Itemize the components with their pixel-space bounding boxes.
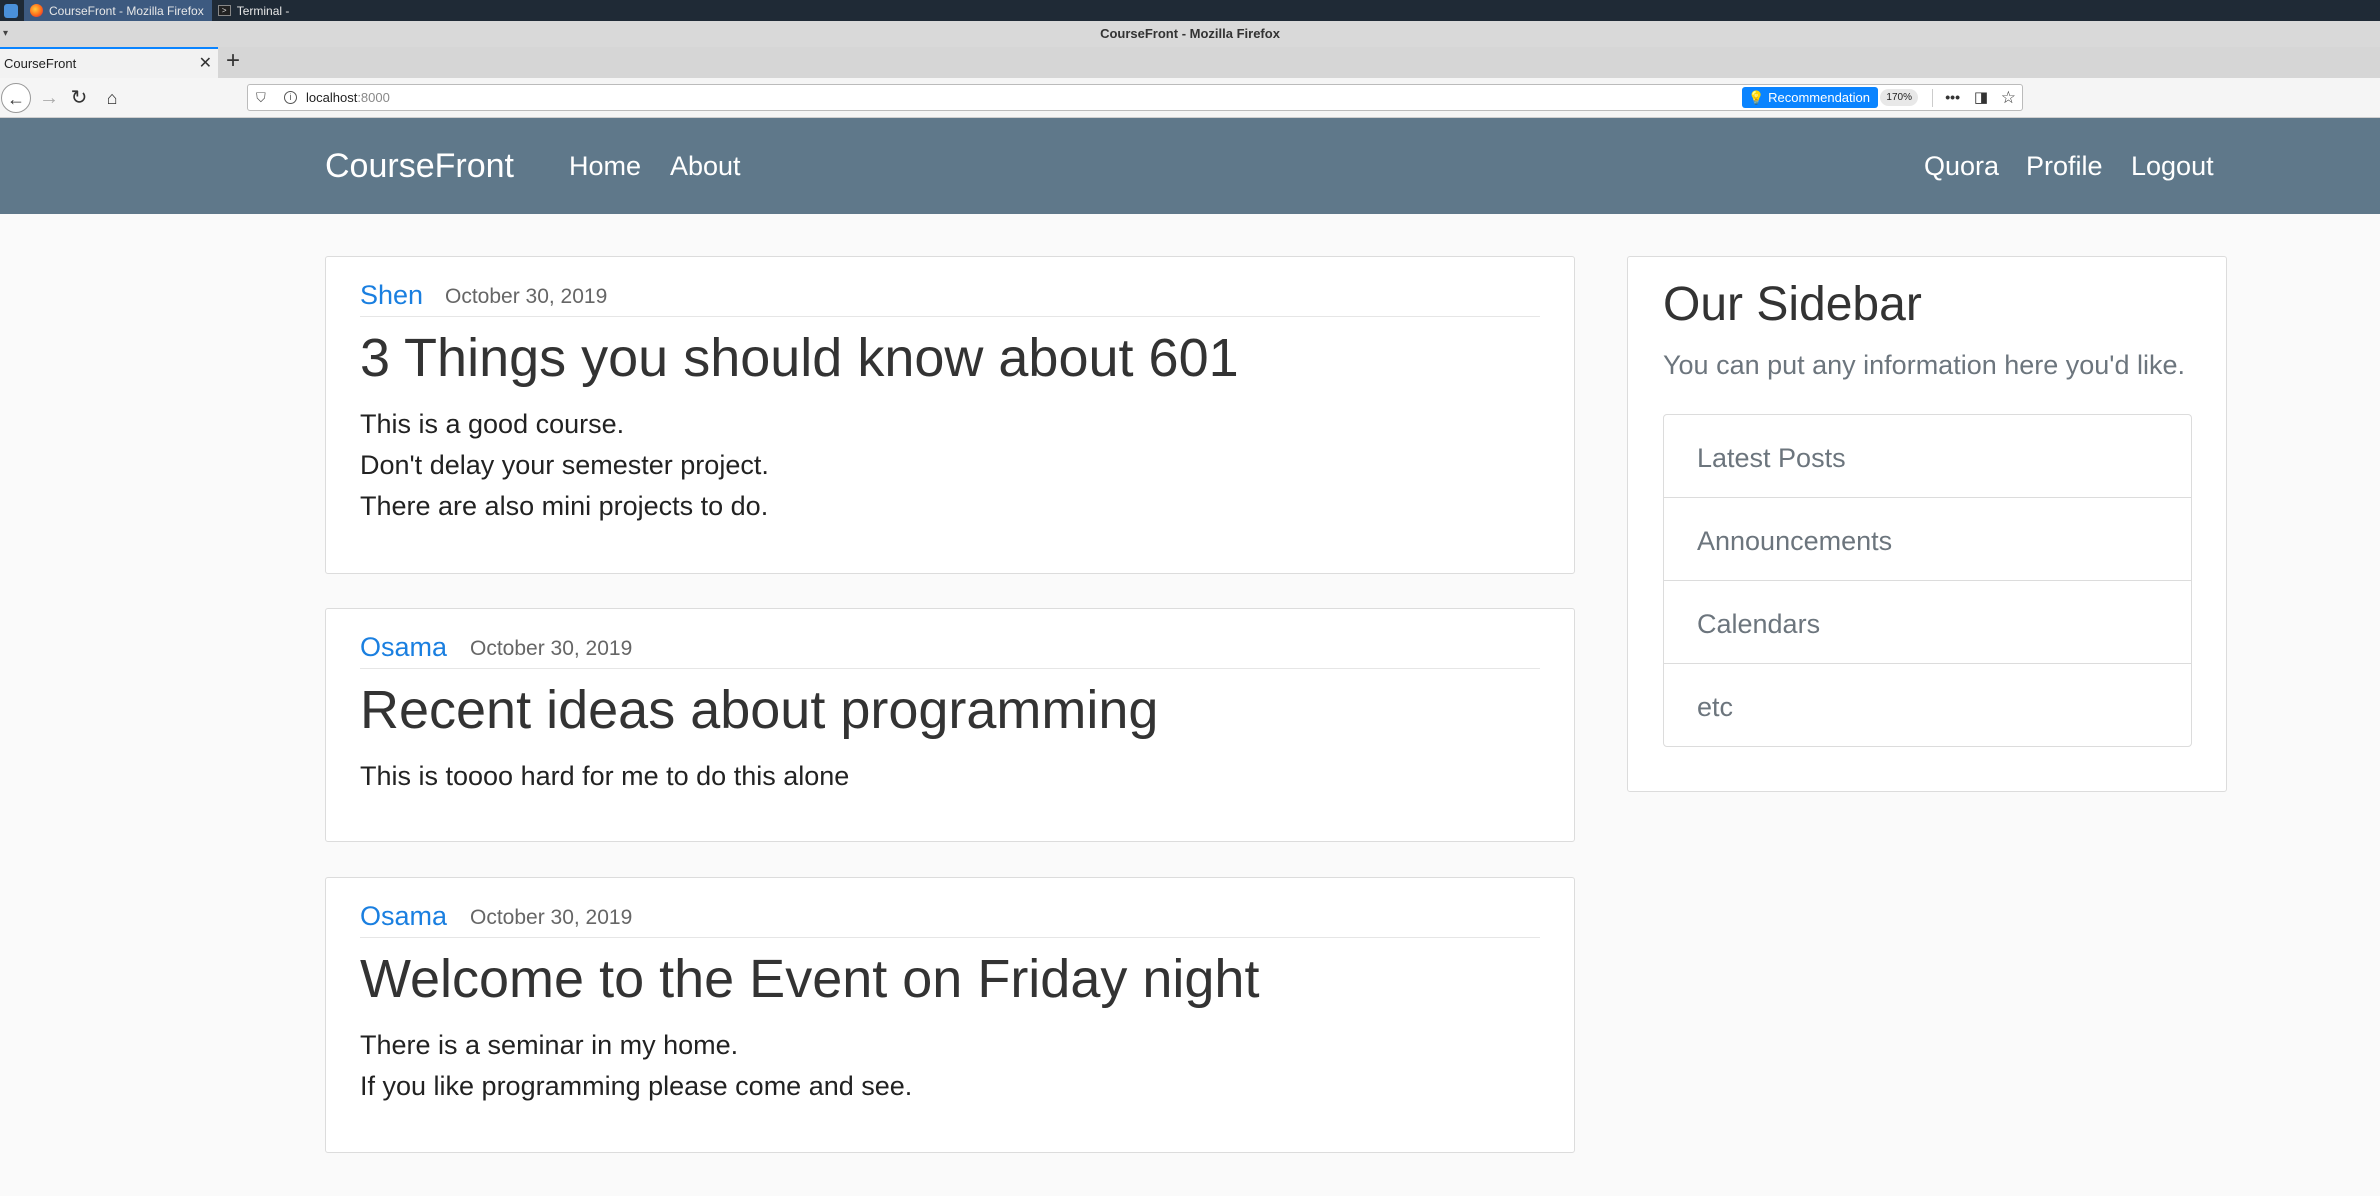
firefox-icon: [30, 4, 43, 17]
browser-toolbar: ← → ↻ ⌂ ⛉ i localhost:8000 💡 Recommendat…: [0, 78, 2380, 118]
post-author-link[interactable]: Shen: [360, 280, 423, 311]
taskbar-terminal-label: Terminal -: [236, 3, 290, 18]
post-card: Osama October 30, 2019 Recent ideas abou…: [325, 608, 1575, 842]
post-body-line: If you like programming please come and …: [360, 1071, 913, 1101]
post-author-link[interactable]: Osama: [360, 632, 447, 663]
terminal-icon: >: [217, 5, 231, 16]
post-title[interactable]: 3 Things you should know about 601: [360, 327, 1239, 389]
post-body-line: There is a seminar in my home.: [360, 1030, 739, 1060]
star-icon[interactable]: ☆: [2001, 85, 2016, 110]
post-meta: Shen October 30, 2019: [360, 257, 1540, 317]
sidebar-item-calendars[interactable]: Calendars: [1664, 581, 2191, 664]
os-menu-icon[interactable]: [4, 3, 18, 18]
pocket-icon[interactable]: ◨: [1974, 85, 1988, 110]
shield-icon[interactable]: ⛉: [256, 85, 266, 110]
post-title[interactable]: Welcome to the Event on Friday night: [360, 948, 1259, 1010]
post-body-line: Don't delay your semester project.: [360, 450, 769, 480]
new-tab-button[interactable]: +: [226, 47, 240, 75]
window-titlebar: ▾ CourseFront - Mozilla Firefox: [0, 21, 2380, 47]
window-menu-icon[interactable]: ▾: [3, 21, 8, 47]
recommendation-label: Recommendation: [1768, 90, 1870, 105]
post-meta: Osama October 30, 2019: [360, 878, 1540, 938]
post-body-line: This is toooo hard for me to do this alo…: [360, 761, 850, 791]
post-author-link[interactable]: Osama: [360, 901, 447, 932]
site-navbar: CourseFront Home About Quora Profile Log…: [0, 118, 2380, 214]
post-meta: Osama October 30, 2019: [360, 609, 1540, 669]
sidebar-list: Latest Posts Announcements Calendars etc: [1663, 414, 2192, 747]
url-port: :8000: [357, 90, 390, 105]
tab-courseFront[interactable]: CourseFront ✕: [0, 47, 218, 78]
sidebar-item-announcements[interactable]: Announcements: [1664, 498, 2191, 581]
post-card: Shen October 30, 2019 3 Things you shoul…: [325, 256, 1575, 574]
taskbar-firefox-label: CourseFront - Mozilla Firefox: [49, 3, 204, 18]
back-arrow-icon[interactable]: ←: [1, 83, 31, 113]
tab-strip: CourseFront ✕ +: [0, 47, 2380, 78]
taskbar-terminal[interactable]: > Terminal -: [212, 0, 298, 21]
zoom-indicator[interactable]: 170%: [1880, 89, 1918, 106]
sidebar-item-latest-posts[interactable]: Latest Posts: [1664, 415, 2191, 498]
forward-arrow-icon[interactable]: →: [34, 83, 64, 113]
post-date: October 30, 2019: [470, 637, 633, 660]
sidebar-item-etc[interactable]: etc: [1664, 664, 2191, 747]
close-icon[interactable]: ✕: [199, 53, 212, 73]
site-brand[interactable]: CourseFront: [325, 147, 514, 186]
post-title[interactable]: Recent ideas about programming: [360, 679, 1158, 741]
nav-link-profile[interactable]: Profile: [2026, 151, 2103, 182]
nav-link-quora[interactable]: Quora: [1924, 151, 1999, 182]
os-taskbar: CourseFront - Mozilla Firefox > Terminal…: [0, 0, 2380, 21]
home-icon[interactable]: ⌂: [97, 83, 127, 113]
taskbar-firefox[interactable]: CourseFront - Mozilla Firefox: [24, 0, 212, 21]
post-date: October 30, 2019: [470, 906, 633, 929]
nav-link-about[interactable]: About: [670, 151, 741, 182]
recommendation-button[interactable]: 💡 Recommendation: [1742, 87, 1878, 108]
url-host: localhost: [306, 90, 358, 105]
more-icon[interactable]: •••: [1945, 85, 1960, 110]
url-text[interactable]: localhost:8000: [306, 85, 390, 110]
reload-icon[interactable]: ↻: [64, 83, 94, 113]
nav-link-home[interactable]: Home: [569, 151, 641, 182]
lightbulb-icon: 💡: [1748, 90, 1765, 105]
tab-title: CourseFront: [4, 56, 77, 71]
post-body-line: This is a good course.: [360, 409, 625, 439]
sidebar-card: Our Sidebar You can put any information …: [1627, 256, 2227, 792]
nav-link-logout[interactable]: Logout: [2131, 151, 2214, 182]
url-separator: [1932, 89, 1933, 107]
window-title: CourseFront - Mozilla Firefox: [1100, 26, 1280, 41]
post-body-line: There are also mini projects to do.: [360, 491, 769, 521]
url-bar[interactable]: ⛉ i localhost:8000 💡 Recommendation 170%…: [247, 84, 2023, 111]
sidebar-title: Our Sidebar: [1663, 278, 1922, 331]
post-card: Osama October 30, 2019 Welcome to the Ev…: [325, 877, 1575, 1153]
sidebar-text: You can put any information here you'd l…: [1663, 350, 2185, 380]
post-date: October 30, 2019: [445, 285, 608, 308]
info-icon[interactable]: i: [284, 91, 297, 104]
